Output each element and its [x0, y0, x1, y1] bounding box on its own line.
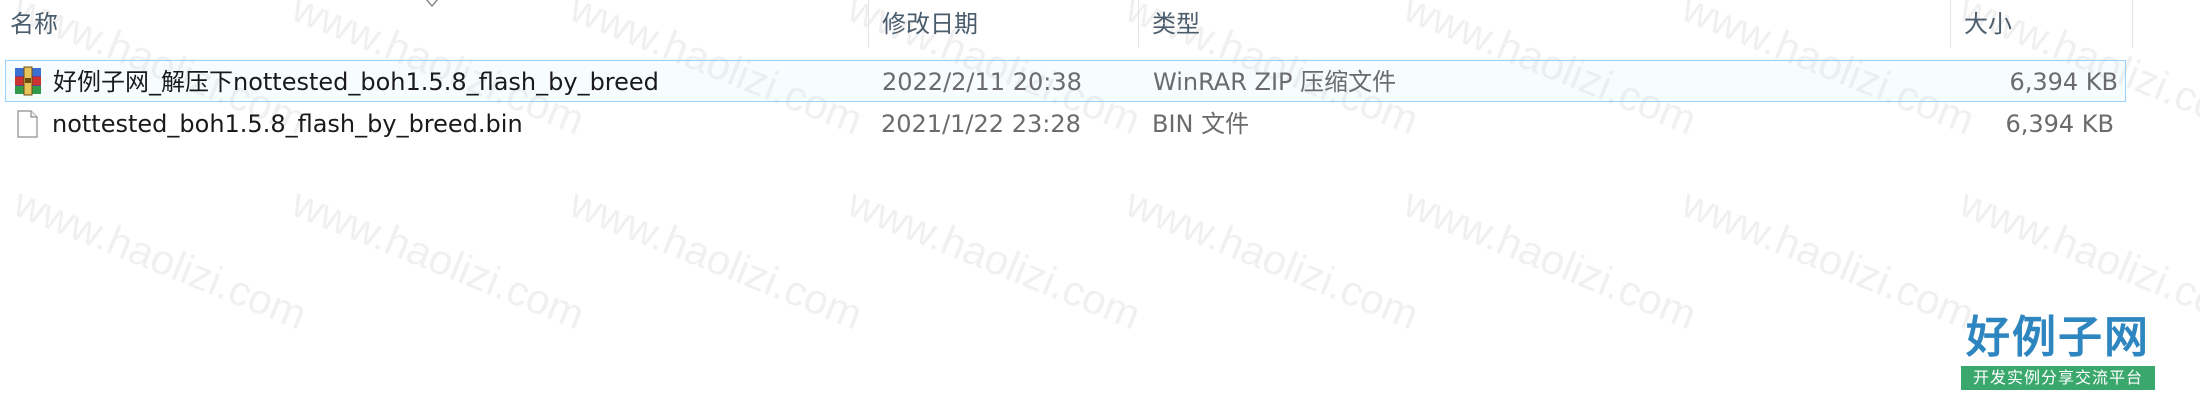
watermark-text: www.haolizi.com [1119, 178, 1426, 339]
file-type: WinRAR ZIP 压缩文件 [1153, 68, 1397, 96]
sort-caret-icon [425, 0, 439, 8]
watermark-text: www.haolizi.com [1397, 178, 1704, 339]
column-header-type[interactable]: 类型 [1152, 0, 1200, 48]
logo-subtitle: 开发实例分享交流平台 [1961, 366, 2155, 390]
watermark-text: www.haolizi.com [285, 178, 592, 339]
column-divider[interactable] [1950, 0, 1951, 48]
file-type: BIN 文件 [1152, 110, 1250, 138]
file-size: 6,394 KB [2009, 68, 2118, 96]
column-header-bar: 名称 修改日期 类型 大小 [0, 0, 2200, 48]
column-header-size[interactable]: 大小 [1964, 0, 2012, 48]
watermark-text: www.haolizi.com [563, 178, 870, 339]
column-divider[interactable] [2132, 0, 2133, 48]
blank-file-icon [17, 110, 38, 138]
watermark-text: www.haolizi.com [1675, 178, 1982, 339]
file-date: 2021/1/22 23:28 [881, 110, 1081, 138]
column-divider[interactable] [868, 0, 869, 48]
file-date: 2022/2/11 20:38 [882, 68, 1082, 96]
column-header-date[interactable]: 修改日期 [882, 0, 978, 48]
watermark-text: www.haolizi.com [7, 178, 314, 339]
file-row[interactable]: nottested_boh1.5.8_flash_by_breed.bin 20… [0, 103, 2126, 145]
winrar-archive-icon [15, 66, 41, 96]
file-row[interactable]: 好例子网_解压下nottested_boh1.5.8_flash_by_bree… [5, 60, 2126, 102]
logo-title: 好例子网 [1966, 312, 2150, 363]
file-name[interactable]: 好例子网_解压下nottested_boh1.5.8_flash_by_bree… [53, 61, 659, 103]
column-header-name[interactable]: 名称 [10, 0, 58, 48]
file-name[interactable]: nottested_boh1.5.8_flash_by_breed.bin [52, 103, 523, 145]
site-logo: 好例子网 开发实例分享交流平台 [1958, 313, 2158, 393]
watermark-text: www.haolizi.com [841, 178, 1148, 339]
file-size: 6,394 KB [2005, 110, 2114, 138]
column-divider[interactable] [1138, 0, 1139, 48]
